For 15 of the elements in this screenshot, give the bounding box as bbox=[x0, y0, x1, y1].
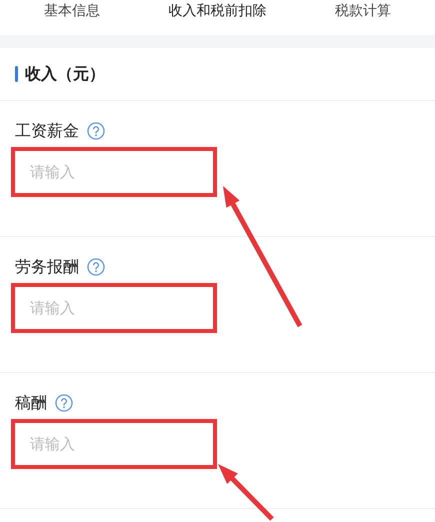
help-icon[interactable] bbox=[55, 394, 73, 412]
section-marker bbox=[15, 66, 18, 82]
tab[interactable]: 税款计算 bbox=[334, 2, 391, 20]
tab[interactable]: 收入和税前扣除 bbox=[168, 2, 266, 20]
tab[interactable]: 基本信息 bbox=[44, 2, 100, 20]
annotation-arrow bbox=[218, 464, 274, 521]
input-field[interactable]: 请输入 bbox=[15, 421, 215, 466]
section-title: 收入（元） bbox=[25, 64, 105, 84]
help-icon[interactable] bbox=[87, 122, 105, 140]
field-label: 稿酬 bbox=[15, 392, 47, 414]
input-field[interactable]: 请输入 bbox=[15, 285, 215, 330]
input-field[interactable]: 请输入 bbox=[15, 149, 215, 194]
field-label: 劳务报酬 bbox=[15, 256, 79, 278]
field-label: 工资薪金 bbox=[15, 120, 79, 142]
help-icon[interactable] bbox=[87, 258, 105, 276]
